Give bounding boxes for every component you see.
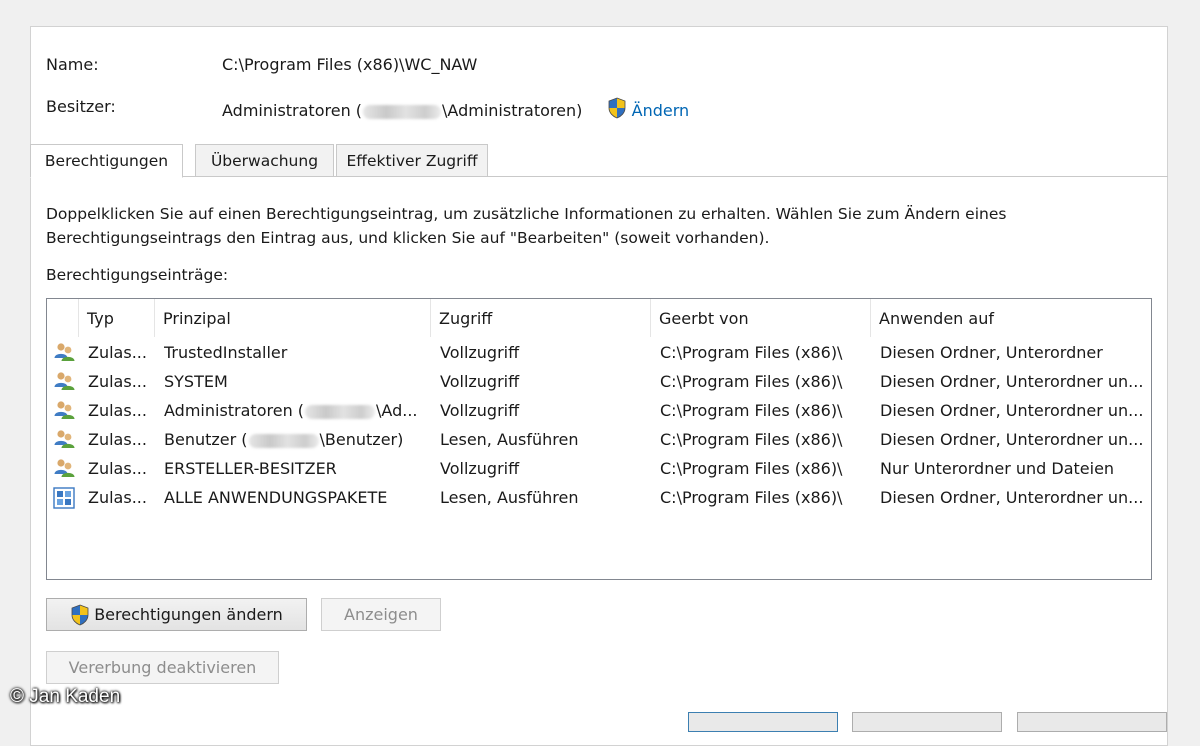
users-icon (54, 401, 75, 419)
cell-inherited-from: C:\Program Files (x86)\ (660, 430, 843, 449)
column-header-icon (47, 299, 79, 337)
column-header-type[interactable]: Typ (79, 299, 155, 337)
cell-inherited-from: C:\Program Files (x86)\ (660, 343, 843, 362)
cell-type: Zulas... (88, 372, 147, 391)
redacted-domain (248, 433, 319, 448)
principal-suffix: \Benutzer) (319, 430, 404, 449)
owner-prefix: Administratoren ( (222, 101, 363, 120)
cell-access: Vollzugriff (440, 372, 520, 391)
cell-applies-to: Diesen Ordner, Unterordner un... (880, 401, 1144, 420)
tab-permissions[interactable]: Berechtigungen (30, 144, 183, 178)
cell-type: Zulas... (88, 343, 147, 362)
table-row[interactable]: Zulas... Administratoren ( \Ad... Vollzug… (47, 396, 1151, 425)
cell-applies-to: Nur Unterordner und Dateien (880, 459, 1115, 478)
cell-principal: ERSTELLER-BESITZER (164, 459, 337, 478)
cell-access: Vollzugriff (440, 459, 520, 478)
disable-inheritance-button[interactable]: Vererbung deaktivieren (46, 651, 279, 684)
change-owner-link[interactable]: Ändern (632, 101, 690, 120)
cell-applies-to: Diesen Ordner, Unterordner (880, 343, 1103, 362)
principal-prefix: Benutzer ( (164, 430, 248, 449)
ok-button[interactable] (688, 712, 838, 732)
cell-applies-to: Diesen Ordner, Unterordner un... (880, 488, 1144, 507)
users-icon (54, 372, 75, 390)
app-packages-icon (53, 487, 75, 509)
users-icon (54, 459, 75, 477)
principal-suffix: \Ad... (376, 401, 418, 420)
cell-applies-to: Diesen Ordner, Unterordner un... (880, 372, 1144, 391)
cell-inherited-from: C:\Program Files (x86)\ (660, 372, 843, 391)
cell-principal: TrustedInstaller (164, 343, 288, 362)
table-row[interactable]: Zulas... ERSTELLER-BESITZER Vollzugriff … (47, 454, 1151, 483)
name-label: Name: (46, 55, 99, 74)
column-header-principal[interactable]: Prinzipal (155, 299, 431, 337)
cell-type: Zulas... (88, 430, 147, 449)
cell-principal: Administratoren ( \Ad... (164, 396, 426, 425)
redacted-domain (363, 104, 442, 119)
instructions-text: Doppelklicken Sie auf einen Berechtigung… (46, 205, 1007, 247)
uac-shield-icon (71, 604, 89, 625)
column-header-access[interactable]: Zugriff (431, 299, 651, 337)
owner-value: Administratoren ( \Administratoren) Änder… (222, 97, 689, 120)
redacted-domain (305, 404, 376, 419)
cell-inherited-from: C:\Program Files (x86)\ (660, 401, 843, 420)
permission-entries-list[interactable]: Typ Prinzipal Zugriff Geerbt von Anwende… (46, 298, 1152, 580)
uac-shield-icon (608, 97, 625, 119)
users-icon (54, 430, 75, 448)
cell-access: Lesen, Ausführen (440, 488, 579, 507)
table-row[interactable]: Zulas... ALLE ANWENDUNGSPAKETE Lesen, Au… (47, 483, 1151, 512)
tab-effective-access[interactable]: Effektiver Zugriff (336, 144, 488, 177)
change-permissions-label: Berechtigungen ändern (94, 605, 283, 624)
cell-type: Zulas... (88, 459, 147, 478)
owner-suffix: \Administratoren) (442, 101, 583, 120)
tab-auditing[interactable]: Überwachung (195, 144, 334, 177)
owner-label: Besitzer: (46, 97, 116, 116)
cell-applies-to: Diesen Ordner, Unterordner un... (880, 430, 1144, 449)
principal-prefix: Administratoren ( (164, 401, 305, 420)
copyright-watermark: © Jan Kaden (10, 686, 121, 707)
name-value: C:\Program Files (x86)\WC_NAW (222, 55, 478, 74)
column-header-inherited-from[interactable]: Geerbt von (651, 299, 871, 337)
table-row[interactable]: Zulas... Benutzer ( \Benutzer) Lesen, Aus… (47, 425, 1151, 454)
users-icon (54, 343, 75, 361)
view-button[interactable]: Anzeigen (321, 598, 441, 631)
cell-inherited-from: C:\Program Files (x86)\ (660, 459, 843, 478)
cell-principal: SYSTEM (164, 372, 228, 391)
table-row[interactable]: Zulas... SYSTEM Vollzugriff C:\Program F… (47, 367, 1151, 396)
cell-type: Zulas... (88, 488, 147, 507)
apply-button[interactable] (1017, 712, 1167, 732)
cell-access: Vollzugriff (440, 401, 520, 420)
cell-principal: Benutzer ( \Benutzer) (164, 425, 426, 454)
cell-type: Zulas... (88, 401, 147, 420)
cell-access: Lesen, Ausführen (440, 430, 579, 449)
cell-access: Vollzugriff (440, 343, 520, 362)
table-row[interactable]: Zulas... TrustedInstaller Vollzugriff C:… (47, 338, 1151, 367)
list-header: Typ Prinzipal Zugriff Geerbt von Anwende… (47, 299, 1151, 337)
column-header-applies-to[interactable]: Anwenden auf (871, 299, 1151, 337)
change-permissions-button[interactable]: Berechtigungen ändern (46, 598, 307, 631)
cell-principal: ALLE ANWENDUNGSPAKETE (164, 488, 388, 507)
cell-inherited-from: C:\Program Files (x86)\ (660, 488, 843, 507)
cancel-button[interactable] (852, 712, 1002, 732)
permission-entries-label: Berechtigungseinträge: (46, 266, 229, 284)
